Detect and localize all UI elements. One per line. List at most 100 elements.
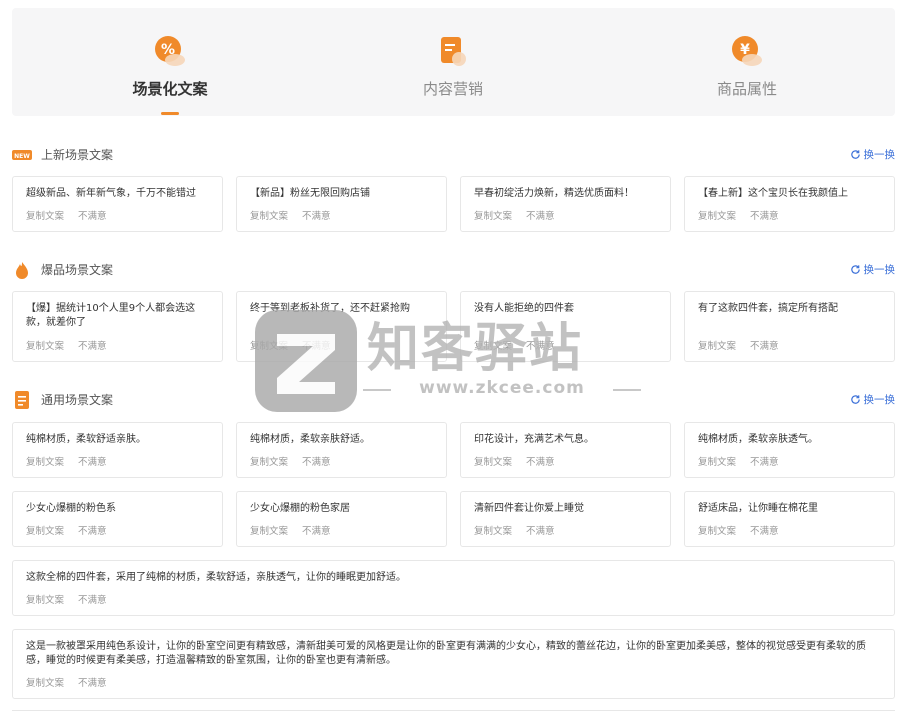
dislike-button[interactable]: 不满意: [302, 208, 331, 222]
copy-card: 纯棉材质，柔软亲肤舒适。 复制文案 不满意: [236, 422, 447, 478]
copy-button[interactable]: 复制文案: [698, 208, 736, 222]
copy-card: 少女心爆棚的粉色系 复制文案 不满意: [12, 491, 223, 547]
section-title: 上新场景文案: [41, 148, 114, 162]
copy-card: 印花设计，充满艺术气息。 复制文案 不满意: [460, 422, 671, 478]
dislike-button[interactable]: 不满意: [750, 338, 779, 352]
copy-text: 这是一款被罩采用纯色系设计，让你的卧室空间更有精致感，清新甜美可爱的风格更是让你…: [26, 641, 866, 666]
swap-label: 换一换: [863, 394, 896, 406]
refresh-icon: [850, 395, 860, 404]
tab-content-marketing[interactable]: 内容营销: [353, 8, 553, 116]
copy-text: 【新品】粉丝无限回购店铺: [250, 188, 370, 199]
dislike-button[interactable]: 不满意: [78, 592, 107, 606]
section-new-arrivals-header: NEW 上新场景文案 换一换: [12, 144, 895, 166]
copy-text: 印花设计，充满艺术气息。: [474, 434, 594, 445]
dislike-button[interactable]: 不满意: [78, 208, 107, 222]
tab-label: 场景化文案: [132, 80, 208, 98]
copy-text: 舒适床品，让你睡在棉花里: [698, 503, 818, 514]
copy-card: 早春初绽活力焕新，精选优质面料！ 复制文案 不满意: [460, 176, 671, 232]
tab-label: 商品属性: [716, 80, 777, 98]
dislike-button[interactable]: 不满意: [526, 454, 555, 468]
new-badge-icon: NEW: [12, 150, 32, 160]
copy-text: 【爆】据统计10个人里9个人都会选这款，就差你了: [26, 303, 196, 328]
copy-text: 早春初绽活力焕新，精选优质面料！: [474, 188, 634, 199]
copy-card: 【爆】据统计10个人里9个人都会选这款，就差你了 复制文案 不满意: [12, 291, 223, 362]
copy-text: 有了这款四件套，搞定所有搭配: [698, 303, 838, 314]
dislike-button[interactable]: 不满意: [750, 523, 779, 537]
dislike-button[interactable]: 不满意: [750, 208, 779, 222]
dislike-button[interactable]: 不满意: [750, 454, 779, 468]
copy-button[interactable]: 复制文案: [250, 338, 288, 352]
copy-text: 少女心爆棚的粉色家居: [250, 503, 350, 514]
note-icon: [15, 391, 29, 409]
copy-card: 纯棉材质，柔软亲肤透气。 复制文案 不满意: [684, 422, 895, 478]
copy-text: 纯棉材质，柔软亲肤透气。: [698, 434, 818, 445]
refresh-icon: [850, 150, 860, 159]
copy-text: 清新四件套让你爱上睡觉: [474, 503, 584, 514]
yen-coin-icon: ¥: [732, 36, 762, 66]
copy-text: 终于等到老板补货了，还不赶紧抢购: [250, 303, 410, 314]
copy-text: 这款全棉的四件套，采用了纯棉的材质，柔软舒适，亲肤透气，让你的睡眠更加舒适。: [26, 572, 406, 583]
copy-button[interactable]: 复制文案: [26, 338, 64, 352]
svg-text:NEW: NEW: [14, 153, 30, 160]
copy-button[interactable]: 复制文案: [250, 454, 288, 468]
copy-button[interactable]: 复制文案: [26, 454, 64, 468]
dislike-button[interactable]: 不满意: [78, 338, 107, 352]
section-general-header: 通用场景文案 换一换: [12, 389, 895, 411]
copy-text: 【春上新】这个宝贝长在我颜值上: [698, 188, 848, 199]
copy-button[interactable]: 复制文案: [474, 454, 512, 468]
copy-card: 少女心爆棚的粉色家居 复制文案 不满意: [236, 491, 447, 547]
refresh-icon: [850, 265, 860, 274]
section-bestseller-header: 爆品场景文案 换一换: [12, 259, 895, 281]
copy-text: 超级新品、新年新气象，千万不能错过: [26, 188, 196, 199]
dislike-button[interactable]: 不满意: [526, 208, 555, 222]
flame-icon: [16, 262, 28, 279]
dislike-button[interactable]: 不满意: [526, 523, 555, 537]
tab-label: 内容营销: [422, 80, 483, 98]
dislike-button[interactable]: 不满意: [302, 523, 331, 537]
copy-card: 清新四件套让你爱上睡觉 复制文案 不满意: [460, 491, 671, 547]
swap-button[interactable]: 换一换: [850, 262, 896, 277]
copy-button[interactable]: 复制文案: [474, 523, 512, 537]
tab-product-attributes[interactable]: ¥ 商品属性: [647, 8, 847, 116]
copy-card: 超级新品、新年新气象，千万不能错过 复制文案 不满意: [12, 176, 223, 232]
copy-button[interactable]: 复制文案: [474, 338, 512, 352]
dislike-button[interactable]: 不满意: [78, 523, 107, 537]
copy-card: 终于等到老板补货了，还不赶紧抢购 复制文案 不满意: [236, 291, 447, 362]
tab-scenario-copy[interactable]: % 场景化文案: [70, 8, 270, 116]
copy-text: 少女心爆棚的粉色系: [26, 503, 116, 514]
dislike-button[interactable]: 不满意: [302, 454, 331, 468]
copy-button[interactable]: 复制文案: [26, 208, 64, 222]
section-title: 通用场景文案: [41, 393, 114, 407]
section-title: 爆品场景文案: [41, 263, 114, 277]
copy-button[interactable]: 复制文案: [26, 675, 64, 689]
copy-button[interactable]: 复制文案: [474, 208, 512, 222]
copy-card: 【新品】粉丝无限回购店铺 复制文案 不满意: [236, 176, 447, 232]
copy-text: 纯棉材质，柔软舒适亲肤。: [26, 434, 146, 445]
copy-card: 舒适床品，让你睡在棉花里 复制文案 不满意: [684, 491, 895, 547]
dislike-button[interactable]: 不满意: [302, 338, 331, 352]
copy-button[interactable]: 复制文案: [698, 523, 736, 537]
swap-button[interactable]: 换一换: [850, 392, 896, 407]
swap-label: 换一换: [863, 264, 896, 276]
dislike-button[interactable]: 不满意: [526, 338, 555, 352]
svg-text:¥: ¥: [740, 42, 750, 58]
dislike-button[interactable]: 不满意: [78, 454, 107, 468]
copy-card: 没有人能拒绝的四件套 复制文案 不满意: [460, 291, 671, 362]
copy-text: 没有人能拒绝的四件套: [474, 303, 574, 314]
swap-button[interactable]: 换一换: [850, 147, 896, 162]
svg-text:%: %: [161, 42, 175, 58]
copy-card-wide: 这款全棉的四件套，采用了纯棉的材质，柔软舒适，亲肤透气，让你的睡眠更加舒适。 复…: [12, 560, 895, 616]
swap-label: 换一换: [863, 149, 896, 161]
copy-button[interactable]: 复制文案: [698, 338, 736, 352]
scenario-tab-panel: % 场景化文案 内容营销 ¥ 商品属性: [12, 8, 895, 116]
copy-card: 有了这款四件套，搞定所有搭配 复制文案 不满意: [684, 291, 895, 362]
copy-card: 纯棉材质，柔软舒适亲肤。 复制文案 不满意: [12, 422, 223, 478]
active-tab-indicator: [161, 112, 179, 115]
copy-button[interactable]: 复制文案: [26, 523, 64, 537]
dislike-button[interactable]: 不满意: [78, 675, 107, 689]
copy-button[interactable]: 复制文案: [250, 523, 288, 537]
copy-button[interactable]: 复制文案: [26, 592, 64, 606]
copy-card: 【春上新】这个宝贝长在我颜值上 复制文案 不满意: [684, 176, 895, 232]
copy-button[interactable]: 复制文案: [698, 454, 736, 468]
copy-button[interactable]: 复制文案: [250, 208, 288, 222]
